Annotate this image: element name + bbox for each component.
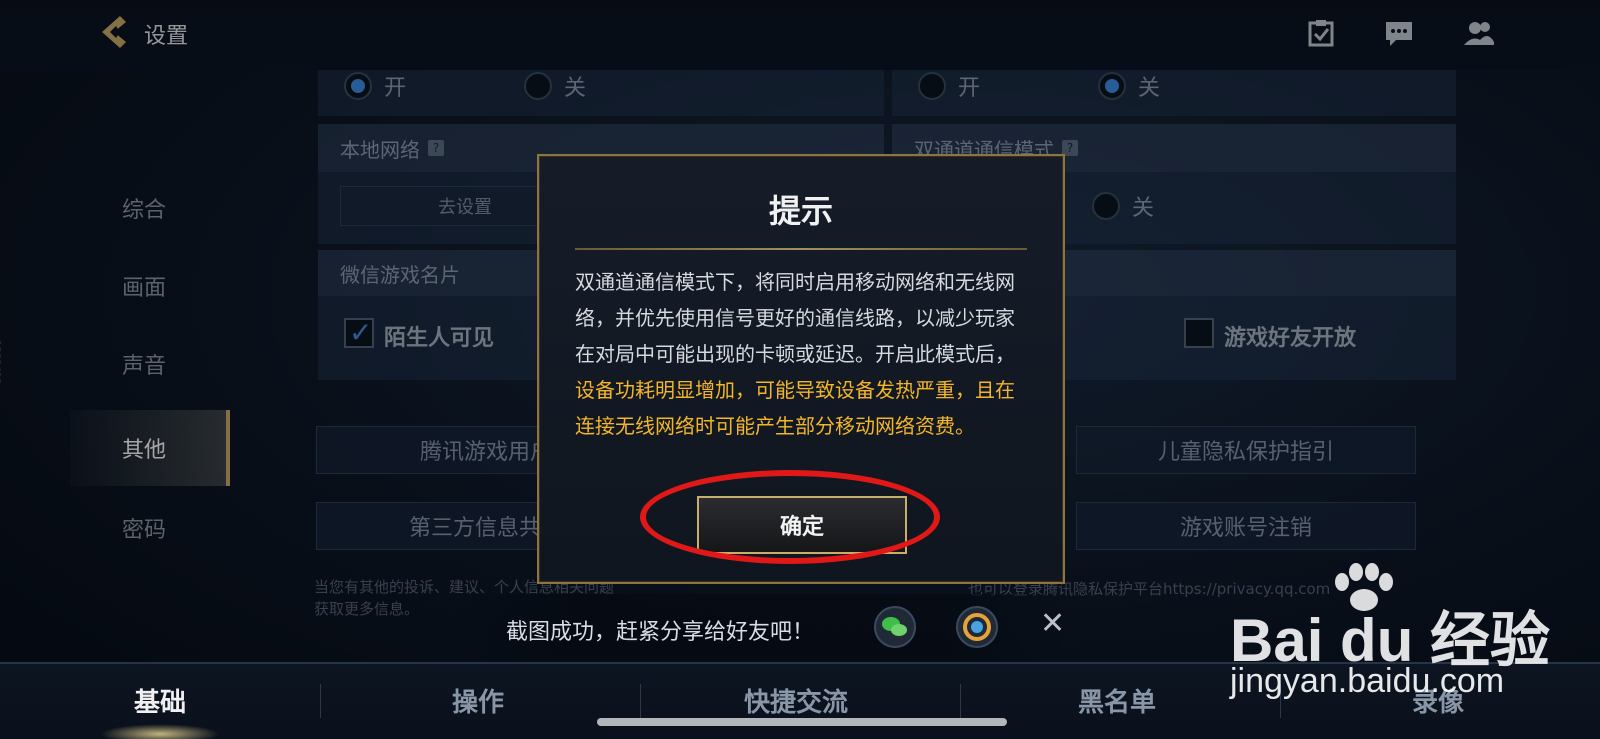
dialog-body-warning: 设备功耗明显增加，可能导致设备发热严重，且在连接无线网络时可能产生部分移动网络资… <box>575 378 1015 438</box>
watermark-url: jingyan.baidu.com <box>1230 662 1505 700</box>
tab-blacklist[interactable]: 黑名单 <box>1078 682 1156 719</box>
toast-text: 截图成功，赶紧分享给好友吧！ <box>506 620 815 645</box>
wechat-share-icon[interactable] <box>874 606 916 648</box>
tab-quick-chat[interactable]: 快捷交流 <box>744 682 848 719</box>
dialog-divider <box>575 248 1027 250</box>
tab-separator <box>960 684 961 718</box>
moments-share-icon[interactable] <box>956 606 998 648</box>
dialog-title: 提示 <box>768 192 833 230</box>
tab-separator <box>320 684 321 718</box>
dialog-body: 双通道通信模式下，将同时启用移动网络和无线网络，并优先使用信号更好的通信线路，以… <box>575 264 1031 444</box>
dialog-body-text: 双通道通信模式下，将同时启用移动网络和无线网络，并优先使用信号更好的通信线路，以… <box>575 270 1015 366</box>
tab-separator <box>640 684 641 718</box>
active-tab-glow <box>100 724 220 739</box>
baidu-watermark: Bai du 经验 jingyan.baidu.com <box>1230 562 1590 712</box>
close-icon[interactable]: ✕ <box>1040 606 1065 641</box>
tab-controls[interactable]: 操作 <box>452 682 504 719</box>
tab-basic[interactable]: 基础 <box>134 682 186 719</box>
screenshot-toast: 截图成功，赶紧分享给好友吧！ ✕ <box>450 594 1070 662</box>
annotation-ellipse <box>640 470 940 564</box>
home-indicator[interactable] <box>597 718 1007 726</box>
